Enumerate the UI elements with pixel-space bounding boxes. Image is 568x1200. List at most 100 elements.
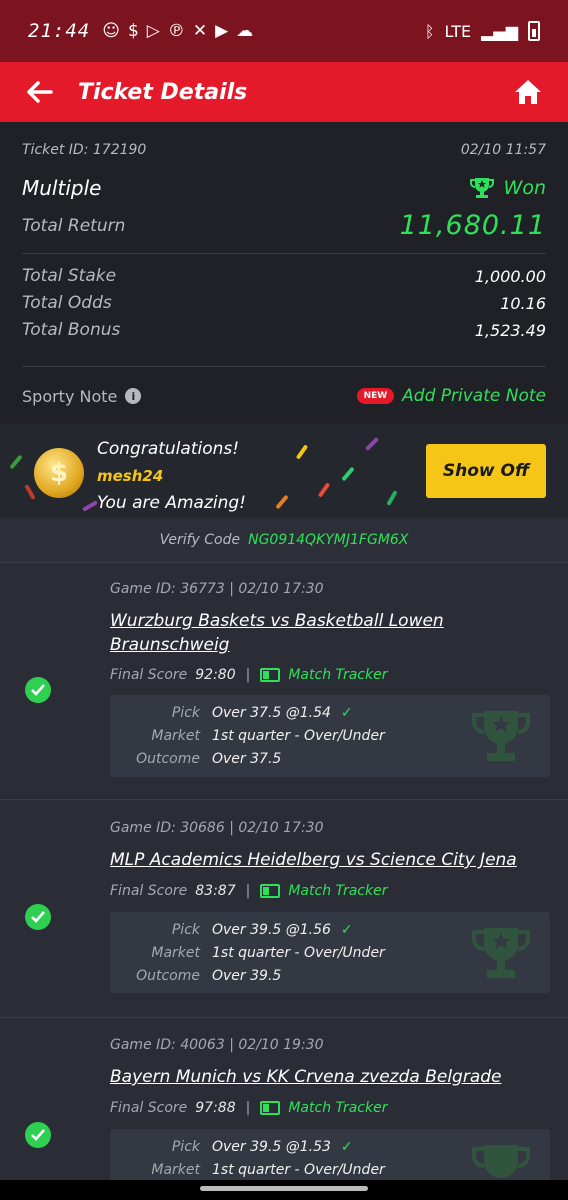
match-title[interactable]: MLP Academics Heidelberg vs Science City…	[110, 848, 530, 872]
final-score-value: 83:87	[195, 883, 236, 899]
username: mesh24	[97, 467, 164, 485]
verify-code-label: Verify Code	[159, 532, 241, 548]
total-odds-label: Total Odds	[22, 293, 112, 313]
system-nav-bar	[0, 1180, 568, 1200]
match-tracker-icon	[260, 884, 281, 898]
notification-icons: ☺ $ ▷ ℗ ✕ ▶ ☁	[102, 21, 253, 41]
bet-card[interactable]: Game ID: 40063 | 02/10 19:30 Bayern Muni…	[0, 1017, 568, 1189]
outcome-label: Outcome	[136, 968, 200, 984]
market-label: Market	[151, 1162, 200, 1178]
system-icons: ᛒ LTE ▂▄▆	[425, 21, 540, 41]
ticket-id: Ticket ID: 172190	[22, 142, 147, 158]
play-icon: ▷	[146, 21, 160, 41]
verify-code-value[interactable]: NG0914QKYMJ1FGM6X	[248, 532, 408, 548]
check-icon	[25, 904, 51, 930]
congrats-line: Congratulations!	[97, 439, 240, 459]
ticket-type: Multiple	[22, 176, 102, 200]
confetti	[364, 436, 380, 452]
amazing-line: You are Amazing!	[97, 493, 246, 513]
confetti	[82, 500, 98, 512]
total-stake-label: Total Stake	[22, 266, 117, 286]
info-icon[interactable]: i	[125, 388, 142, 404]
confetti	[9, 454, 23, 470]
market-value: 1st quarter - Over/Under	[212, 1162, 385, 1178]
ticket-datetime: 02/10 11:57	[460, 142, 546, 158]
outcome-value: Over 39.5	[212, 968, 282, 984]
ticket-summary: Ticket ID: 172190 02/10 11:57 Multiple W…	[0, 122, 568, 520]
market-value: 1st quarter - Over/Under	[212, 945, 385, 961]
pick-label: Pick	[171, 705, 200, 721]
pick-value: Over 37.5 @1.54	[212, 705, 331, 721]
bet-card[interactable]: Game ID: 36773 | 02/10 17:30 Wurzburg Ba…	[0, 562, 568, 799]
status-time: 21:44	[28, 20, 91, 42]
coin-icon: $	[34, 448, 84, 498]
check-icon	[25, 1122, 51, 1148]
market-label: Market	[151, 945, 200, 961]
cloud-icon: ☁	[236, 21, 254, 41]
confetti	[24, 484, 36, 500]
divider	[22, 366, 546, 367]
add-private-note-button[interactable]: NEW Add Private Note	[356, 386, 546, 406]
pick-check-icon: ✓	[340, 705, 353, 721]
home-icon	[515, 80, 541, 104]
battery-icon	[528, 21, 540, 41]
new-badge: NEW	[356, 388, 395, 404]
match-tracker-link[interactable]: Match Tracker	[288, 883, 387, 899]
snapchat-icon: ☺	[102, 21, 120, 41]
game-id: Game ID: 30686 | 02/10 17:30	[110, 820, 324, 836]
back-button[interactable]	[22, 74, 58, 110]
match-tracker-icon	[260, 668, 281, 682]
match-title[interactable]: Bayern Munich vs KK Crvena zvezda Belgra…	[110, 1065, 530, 1089]
add-private-note-label: Add Private Note	[402, 386, 546, 406]
match-tracker-link[interactable]: Match Tracker	[288, 667, 387, 683]
bet-card[interactable]: Game ID: 30686 | 02/10 17:30 MLP Academi…	[0, 799, 568, 1017]
pick-details: Pick Over 37.5 @1.54 ✓ Market 1st quarter -…	[110, 695, 550, 777]
confetti	[295, 444, 309, 460]
final-score-value: 92:80	[195, 667, 236, 683]
divider	[22, 253, 546, 254]
total-stake-value: 1,000.00	[474, 266, 546, 286]
pick-value: Over 39.5 @1.53	[212, 1139, 331, 1155]
total-return-label: Total Return	[22, 215, 126, 236]
youtube-icon: ▶	[215, 21, 229, 41]
trophy-watermark-icon	[472, 928, 530, 978]
match-title[interactable]: Wurzburg Baskets vs Basketball Lowen Bra…	[110, 609, 530, 657]
home-gesture-handle[interactable]	[200, 1186, 368, 1191]
ticket-status: Won	[469, 177, 546, 199]
network-type: LTE	[444, 21, 472, 41]
signal-icon: ▂▄▆	[481, 21, 518, 41]
pick-details: Pick Over 39.5 @1.56 ✓ Market 1st quarter -…	[110, 912, 550, 993]
back-arrow-icon	[27, 81, 53, 103]
outcome-value: Over 37.5	[212, 751, 282, 767]
pick-check-icon: ✓	[340, 922, 353, 938]
confetti	[317, 482, 331, 498]
page-title: Ticket Details	[78, 79, 248, 105]
home-button[interactable]	[510, 74, 546, 110]
check-icon	[25, 677, 51, 703]
total-odds-value: 10.16	[500, 293, 546, 313]
confetti	[386, 490, 398, 506]
final-score-label: Final Score	[110, 1100, 188, 1116]
status-bar: 21:44 ☺ $ ▷ ℗ ✕ ▶ ☁ ᛒ LTE ▂▄▆	[0, 0, 568, 62]
trophy-icon	[469, 178, 494, 198]
verify-code-bar: Verify Code NG0914QKYMJ1FGM6X	[0, 518, 568, 562]
show-off-button[interactable]: Show Off	[426, 444, 546, 498]
congrats-banner: $ Congratulations! mesh24 You are Amazin…	[0, 424, 568, 520]
final-score-label: Final Score	[110, 667, 188, 683]
total-return-value: 11,680.11	[399, 210, 546, 241]
pick-label: Pick	[171, 922, 200, 938]
final-score-label: Final Score	[110, 883, 188, 899]
pick-check-icon: ✓	[340, 1139, 353, 1155]
x-icon: ✕	[192, 21, 208, 41]
pick-value: Over 39.5 @1.56	[212, 922, 331, 938]
status-won: Won	[503, 177, 546, 199]
sporty-note-label: Sporty Note	[22, 386, 118, 406]
game-id: Game ID: 40063 | 02/10 19:30	[110, 1037, 324, 1053]
match-tracker-link[interactable]: Match Tracker	[288, 1100, 387, 1116]
market-value: 1st quarter - Over/Under	[212, 728, 385, 744]
game-id: Game ID: 36773 | 02/10 17:30	[110, 581, 324, 597]
app-header: Ticket Details	[0, 62, 568, 122]
total-bonus-label: Total Bonus	[22, 320, 121, 340]
confetti	[341, 466, 355, 482]
pinterest-icon: ℗	[167, 21, 185, 41]
